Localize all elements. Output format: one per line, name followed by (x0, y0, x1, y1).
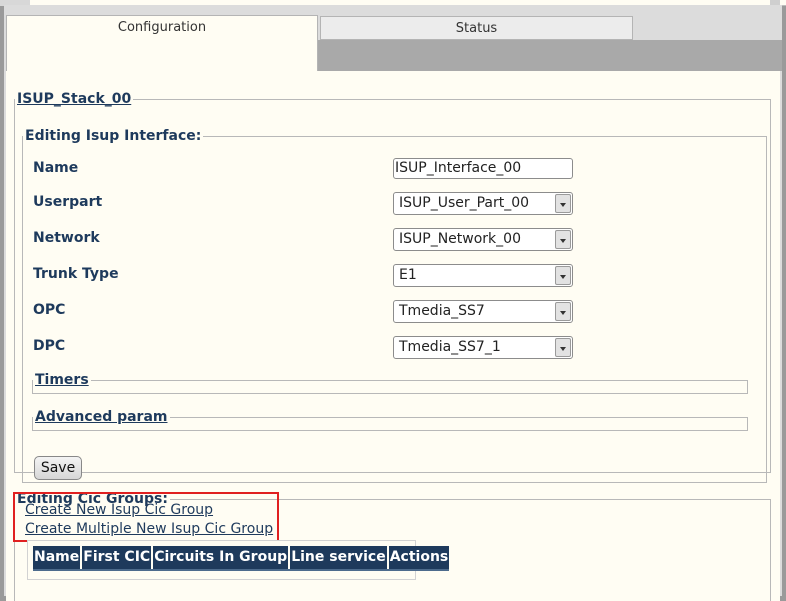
interface-editor-title: Editing Isup Interface: (25, 128, 202, 144)
field-row-userpart: Userpart ISUP_User_Part_00 (23, 192, 766, 215)
trunk-type-label: Trunk Type (33, 266, 119, 282)
opc-select[interactable]: Tmedia_SS7 (393, 300, 573, 323)
interface-fieldset: Editing Isup Interface: Name ISUP_Interf… (22, 128, 767, 483)
timers-toggle[interactable]: Timers (33, 372, 91, 388)
network-select[interactable]: ISUP_Network_00 (393, 228, 573, 251)
userpart-label: Userpart (33, 194, 103, 210)
column-header-actions[interactable]: Actions (389, 546, 450, 569)
cic-groups-table: Name First CIC Circuits In Group Line se… (27, 540, 450, 580)
network-value: ISUP_Network_00 (399, 231, 521, 247)
chevron-down-icon[interactable] (555, 194, 571, 213)
chevron-down-icon[interactable] (555, 338, 571, 357)
app-frame: Configuration Status ISUP_Stack_00 Editi… (4, 5, 782, 601)
dpc-label: DPC (33, 338, 66, 354)
tab-bar-filler (318, 40, 782, 71)
column-header-circuits-in-group[interactable]: Circuits In Group (153, 546, 291, 569)
chevron-down-icon[interactable] (555, 266, 571, 285)
userpart-value: ISUP_User_Part_00 (399, 195, 530, 211)
create-cic-group-link[interactable]: Create New Isup Cic Group (25, 502, 213, 518)
tab-status[interactable]: Status (320, 16, 633, 40)
dpc-select[interactable]: Tmedia_SS7_1 (393, 336, 573, 359)
column-header-first-cic[interactable]: First CIC (82, 546, 154, 569)
chevron-down-icon[interactable] (555, 302, 571, 321)
column-header-name[interactable]: Name (33, 546, 83, 569)
field-row-trunk-type: Trunk Type E1 (23, 264, 766, 287)
opc-label: OPC (33, 302, 66, 318)
opc-value: Tmedia_SS7 (399, 303, 485, 319)
field-row-network: Network ISUP_Network_00 (23, 228, 766, 251)
stack-title[interactable]: ISUP_Stack_00 (15, 91, 133, 107)
userpart-select[interactable]: ISUP_User_Part_00 (393, 192, 573, 215)
advanced-param-fieldset: Advanced param (32, 409, 748, 431)
save-button[interactable]: Save (34, 456, 82, 480)
field-row-name: Name ISUP_Interface_00 (23, 158, 766, 180)
timers-fieldset: Timers (32, 372, 748, 394)
table-header: Name First CIC Circuits In Group Line se… (33, 546, 450, 571)
field-row-dpc: DPC Tmedia_SS7_1 (23, 336, 766, 359)
column-header-line-service[interactable]: Line service (290, 546, 389, 569)
chevron-down-icon[interactable] (555, 230, 571, 249)
network-label: Network (33, 230, 100, 246)
name-label: Name (33, 160, 79, 176)
stack-fieldset: ISUP_Stack_00 Editing Isup Interface: Na… (14, 91, 771, 483)
dpc-value: Tmedia_SS7_1 (399, 339, 501, 355)
create-multiple-cic-group-link[interactable]: Create Multiple New Isup Cic Group (25, 521, 273, 537)
name-input[interactable]: ISUP_Interface_00 (393, 158, 573, 179)
tab-configuration[interactable]: Configuration (6, 15, 318, 71)
field-row-opc: OPC Tmedia_SS7 (23, 300, 766, 323)
trunk-type-select[interactable]: E1 (393, 264, 573, 287)
trunk-type-value: E1 (399, 267, 417, 283)
advanced-param-toggle[interactable]: Advanced param (33, 409, 170, 425)
